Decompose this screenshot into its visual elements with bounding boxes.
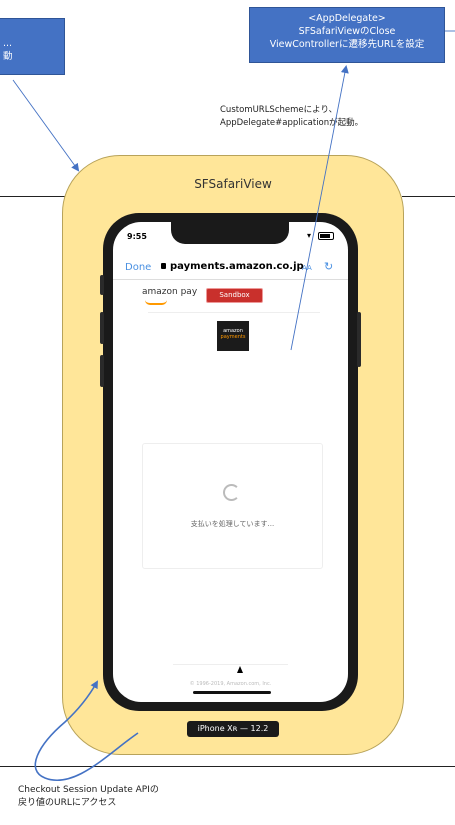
- arrow-callout-to-frame: [12, 79, 80, 172]
- arrow-curved-return: [34, 680, 139, 781]
- arrow-screen-to-appdelegate: [290, 65, 349, 351]
- flow-arrows: [12, 30, 455, 781]
